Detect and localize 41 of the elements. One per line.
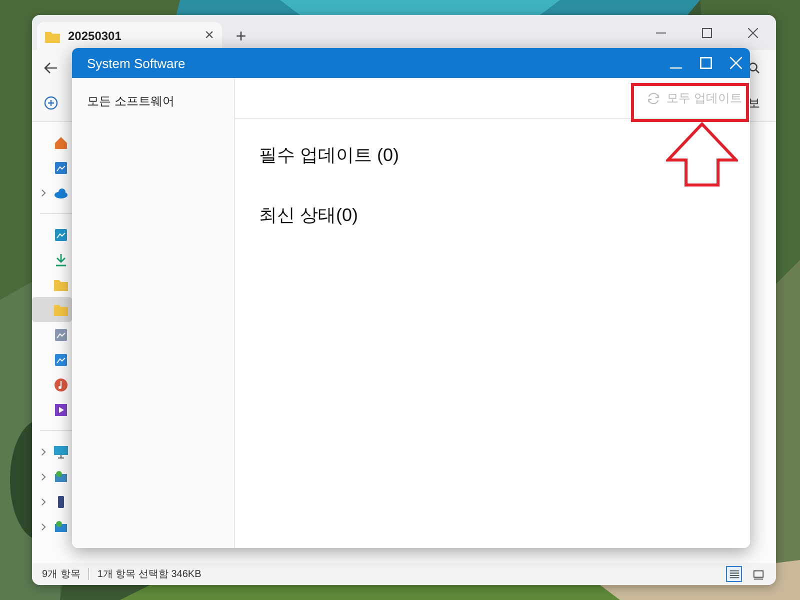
refresh-icon [646,90,661,106]
details-view-button[interactable] [726,566,742,582]
up-arrow-drawing [666,122,738,188]
view-label[interactable]: 보 [748,94,760,112]
preview-pane-icon [752,568,764,580]
pictures-icon [54,352,68,366]
chevron-icon[interactable] [40,472,46,480]
monitor-icon [54,444,68,458]
tab[interactable]: 20250301 × [37,22,222,50]
search-icon[interactable] [748,62,760,74]
item-count: 9개 항목 [42,568,80,581]
network-icon [54,520,68,534]
new-tab-button[interactable]: + [226,22,256,50]
tab-title: 20250301 [68,29,122,43]
home-icon [54,136,68,150]
gallery-icon [54,160,68,174]
selection-info: 1개 항목 선택함 346KB [97,568,202,581]
folder-icon [45,30,60,42]
cloud-icon [54,186,68,200]
music-icon [54,378,68,392]
window-title: System Software [87,56,186,70]
downloads-icon [54,252,68,266]
list-icon [728,568,740,580]
close-icon[interactable] [748,28,758,38]
back-arrow-icon[interactable] [44,62,58,74]
folder-icon [54,278,68,292]
chevron-icon[interactable] [40,498,46,506]
section-heading: 최신 상태(0) [259,204,359,227]
chevron-icon[interactable] [40,522,46,530]
add-icon[interactable] [44,96,58,110]
chevron-icon[interactable] [40,188,46,196]
maximize-icon[interactable] [702,28,712,38]
documents-icon [54,328,68,342]
folder-icon [54,302,68,316]
nav-item[interactable]: 모든 소프트웨어 [72,90,234,112]
desktop-icon [54,228,68,242]
section-heading: 필수 업데이트 (0) [259,144,400,167]
videos-icon [54,402,68,416]
close-tab-button[interactable]: × [204,28,214,44]
network-drive-icon [54,470,68,484]
chevron-icon[interactable] [40,448,46,456]
